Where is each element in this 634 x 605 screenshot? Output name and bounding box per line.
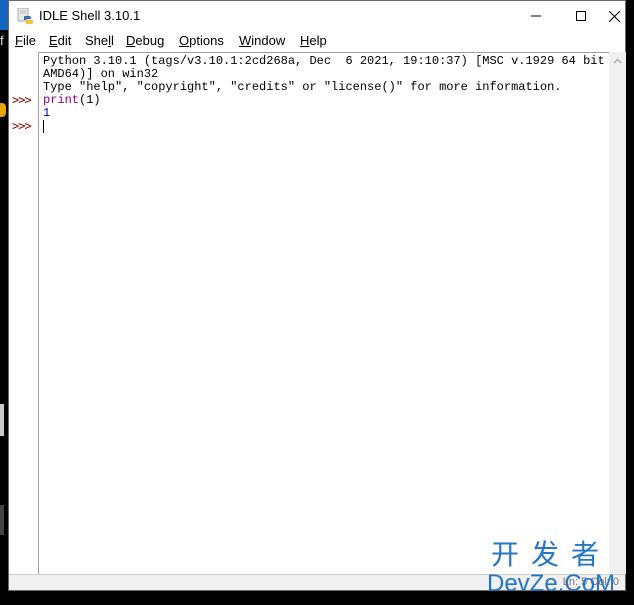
menu-file-mnemonic: F	[15, 33, 23, 48]
banner-line: Type "help", "copyright", "credits" or "…	[43, 80, 562, 94]
menu-help-label: elp	[309, 33, 327, 48]
menu-help[interactable]: Help	[300, 33, 327, 48]
menu-shell-label-post: l	[111, 33, 114, 48]
menu-debug-label: ebug	[135, 33, 165, 48]
menu-edit[interactable]: Edit	[49, 33, 71, 48]
chevron-up-icon	[613, 58, 622, 63]
idle-shell-window: IDLE Shell 3.10.1 File Edit Shell Debug …	[8, 0, 626, 597]
menu-edit-mnemonic: E	[49, 33, 58, 48]
maximize-button[interactable]	[558, 1, 603, 31]
vertical-scrollbar[interactable]	[609, 52, 626, 574]
window-title: IDLE Shell 3.10.1	[39, 8, 141, 23]
menu-debug-mnemonic: D	[126, 33, 136, 48]
minimize-icon	[530, 15, 541, 17]
menu-bar: File Edit Shell Debug Options Window Hel…	[9, 31, 625, 51]
prompt-marker: >>>	[12, 93, 32, 107]
input-line: print(1)	[43, 94, 101, 107]
menu-debug[interactable]: Debug	[126, 33, 164, 48]
python-idle-icon	[17, 8, 33, 24]
desktop-window-fragment	[0, 404, 4, 436]
shell-text-area[interactable]: Python 3.10.1 (tags/v3.10.1:2cd268a, Dec…	[39, 52, 619, 574]
text-cursor	[43, 120, 44, 133]
menu-options[interactable]: Options	[179, 33, 224, 48]
maximize-icon	[575, 11, 586, 21]
menu-help-mnemonic: H	[300, 33, 310, 48]
desktop-background: f	[0, 0, 8, 605]
scroll-up-button[interactable]	[609, 52, 626, 69]
input-args: (1)	[79, 93, 101, 107]
desktop-text-fragment: f	[0, 33, 4, 48]
desktop-folder-fragment	[0, 103, 6, 117]
menu-options-mnemonic: O	[179, 33, 190, 48]
status-bar: Ln: 5 Col: 0	[9, 574, 625, 590]
menu-options-label: ptions	[189, 33, 224, 48]
output-line: 1	[43, 106, 51, 120]
close-icon	[608, 10, 620, 22]
menu-file-label: ile	[22, 33, 36, 48]
title-bar[interactable]: IDLE Shell 3.10.1	[9, 1, 625, 31]
desktop-window-fragment-2	[0, 505, 4, 535]
close-button[interactable]	[603, 1, 625, 31]
menu-window[interactable]: Window	[239, 33, 285, 48]
menu-shell-label-pre: She	[85, 33, 109, 48]
menu-shell[interactable]: Shell	[85, 33, 114, 48]
prompt-marker: >>>	[12, 119, 32, 133]
cursor-position: Ln: 5 Col: 0	[562, 576, 619, 588]
desktop-taskbar-fragment	[0, 0, 8, 30]
builtin-keyword: print	[43, 93, 80, 107]
menu-file[interactable]: File	[15, 33, 36, 48]
minimize-button[interactable]	[513, 1, 558, 31]
menu-window-mnemonic: W	[239, 33, 252, 48]
menu-edit-label: dit	[57, 33, 72, 48]
prompt-gutter: >>> >>>	[9, 52, 39, 574]
menu-window-label: indow	[251, 33, 286, 48]
